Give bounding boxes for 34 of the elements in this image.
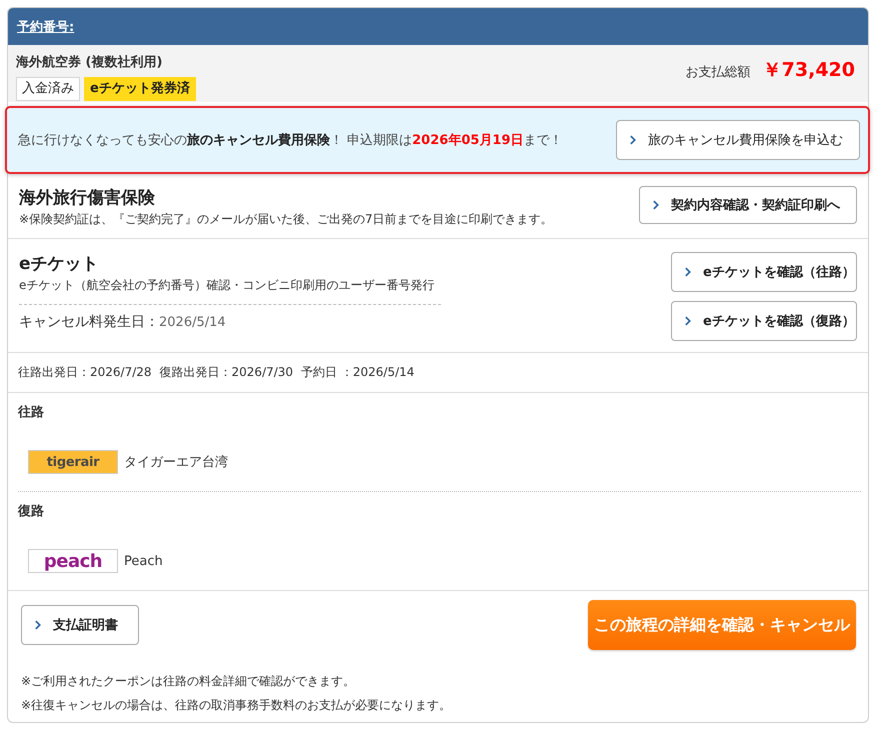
status-badge: eチケット発券済: [84, 77, 196, 101]
trip-date: 往路出発日：2026/7/28: [18, 364, 152, 381]
reservation-number-link[interactable]: 予約番号:: [17, 18, 74, 36]
insurance-note: ※保険契約証は、『ご契約完了』のメールが届いた後、ご出発の7日前までを目途に印刷できます。: [19, 211, 553, 228]
airline-logo: tigerair: [28, 450, 118, 474]
status-badge: 入金済み: [16, 77, 80, 101]
leg-label: 復路: [18, 503, 44, 520]
chevron-right-icon: [685, 267, 691, 277]
total-label: お支払総額: [686, 64, 751, 81]
airline-name: タイガーエア台湾: [124, 454, 228, 471]
airline-name: Peach: [124, 554, 163, 568]
product-title: 海外航空券 (複数社利用): [16, 54, 162, 71]
trip-date: 予約日 ：2026/5/14: [301, 364, 414, 381]
chevron-right-icon: [35, 620, 41, 630]
section-title: eチケット: [19, 253, 99, 275]
apply-insurance-button[interactable]: 旅のキャンセル費用保険を申込む: [616, 120, 860, 160]
leg-label: 往路: [18, 404, 44, 421]
promo-message: 急に行けなくなっても安心の旅のキャンセル費用保険！ 申込期限は2026年05月19日 まで！: [18, 132, 563, 149]
total-amount: ￥73,420: [762, 58, 855, 83]
footer-note: ※往復キャンセルの場合は、往路の取消事務手数料のお支払が必要になります。: [21, 697, 452, 714]
chevron-right-icon: [685, 316, 691, 326]
eticket-button[interactable]: eチケットを確認（復路）: [671, 301, 857, 341]
trip-date: 復路出発日：2026/7/30: [160, 364, 294, 381]
chevron-right-icon: [653, 200, 659, 210]
eticket-button[interactable]: eチケットを確認（往路）: [671, 252, 857, 292]
section-title: 海外旅行傷害保険: [19, 187, 155, 209]
contract-print-button[interactable]: 契約内容確認・契約証印刷へ: [639, 186, 857, 224]
cancel-fee-date: 2026/5/14: [159, 315, 226, 330]
payment-certificate-button[interactable]: 支払証明書: [21, 605, 139, 645]
chevron-right-icon: [630, 135, 636, 145]
cancel-fee-label: キャンセル料発生日：: [19, 314, 159, 330]
eticket-description: eチケット（航空会社の予約番号）確認・コンビニ印刷用のユーザー番号発行: [19, 277, 434, 294]
footer-note: ※ご利用されたクーポンは往路の料金詳細で確認ができます。: [21, 673, 356, 690]
airline-logo: peach: [28, 549, 118, 573]
